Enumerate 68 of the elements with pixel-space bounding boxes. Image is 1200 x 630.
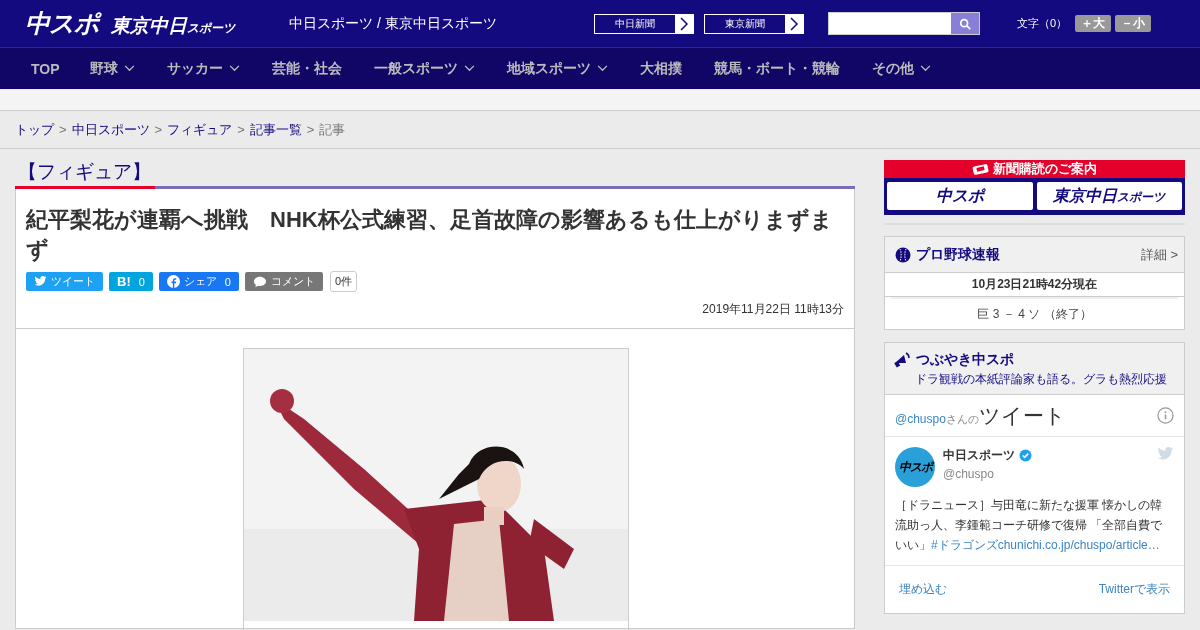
share-button[interactable]: コメント bbox=[244, 272, 323, 291]
widget-title: プロ野球速報 bbox=[916, 245, 1000, 264]
breadcrumb-link[interactable]: 記事一覧 bbox=[249, 120, 302, 139]
chevron-down-icon bbox=[463, 65, 475, 72]
breadcrumb-link[interactable]: 中日スポーツ bbox=[71, 120, 150, 139]
banner-title: 新聞購読のご案内 bbox=[993, 160, 1097, 178]
breadcrumb-link[interactable]: トップ bbox=[15, 120, 54, 139]
current-page-label: 記事 bbox=[319, 120, 346, 139]
details-link[interactable]: 詳細 > bbox=[1140, 245, 1178, 264]
nav-item[interactable]: 競馬・ボート・競輪 bbox=[713, 59, 840, 78]
chevron-down-icon bbox=[228, 65, 240, 72]
newspaper-logo[interactable]: 東京中日スポーツ bbox=[1036, 182, 1182, 210]
bird-icon bbox=[1157, 447, 1174, 461]
account-name[interactable]: 中日スポーツ bbox=[943, 447, 1015, 464]
breadcrumb-link[interactable]: フィギュア bbox=[167, 120, 233, 139]
bird-icon bbox=[34, 276, 47, 287]
url-link[interactable]: chunichi.co.jp/chuspo/article… bbox=[997, 538, 1160, 552]
speech-bubble-icon bbox=[252, 275, 267, 288]
game-score[interactable]: 巨 3 － 4 ソ （終了） bbox=[891, 297, 1178, 329]
nav-item[interactable]: 野球 bbox=[89, 59, 135, 78]
widget-title: つぶやき中スポ bbox=[916, 351, 1014, 369]
newspaper-link[interactable]: 東京新聞 bbox=[704, 13, 804, 34]
subscription-banner[interactable]: 新聞購読のご案内 中スポ 東京中日スポーツ bbox=[884, 160, 1185, 215]
widget-subtitle: ドラ観戦の本紙評論家も語る。グラも熱烈応援 bbox=[914, 371, 1168, 388]
baseball-icon bbox=[895, 246, 911, 263]
nav-item[interactable]: 一般スポーツ bbox=[373, 59, 475, 78]
breadcrumb-separator: > bbox=[59, 122, 67, 137]
search-icon bbox=[959, 17, 971, 30]
heading-prefix: さんの bbox=[945, 412, 979, 425]
category-heading: 【フィギュア】 bbox=[17, 160, 152, 184]
nav-item[interactable]: 大相撲 bbox=[639, 59, 682, 78]
chevron-down-icon bbox=[123, 65, 135, 72]
update-time: 10月23日21時42分現在 bbox=[885, 273, 1184, 297]
search-field[interactable] bbox=[828, 12, 980, 35]
embed-link[interactable]: 埋め込む bbox=[899, 581, 947, 598]
ticket-icon bbox=[972, 163, 989, 175]
chevron-down-icon bbox=[596, 65, 608, 72]
nav-item[interactable]: サッカー bbox=[166, 59, 240, 78]
article-title: 紀平梨花が連覇へ挑戦 NHK杯公式練習、足首故障の影響あるも仕上がりまずまず bbox=[26, 206, 834, 264]
breadcrumb-separator: > bbox=[306, 122, 315, 137]
site-logo[interactable]: 中スポ 東京中日スポーツ bbox=[25, 7, 281, 40]
chevron-down-icon bbox=[919, 65, 931, 72]
breadcrumb-separator: > bbox=[154, 122, 163, 137]
site-title: 中日スポーツ / 東京中日スポーツ bbox=[289, 14, 498, 33]
nav-item[interactable]: 芸能・社会 bbox=[271, 59, 342, 78]
tweet-text: ［ドラニュース］与田竜に新たな援軍 懐かしの韓流助っ人、李鍾範コーチ研修で復帰 「全部自費でいい」#ドラゴンズchunichi.co.jp/chuspo/article… bbox=[895, 497, 1164, 554]
facebook-icon bbox=[166, 275, 180, 288]
tweets-heading: ツイート bbox=[978, 403, 1066, 427]
share-button[interactable]: シェア 0 bbox=[158, 272, 239, 291]
view-on-twitter-link[interactable]: Twitterで表示 bbox=[1098, 581, 1170, 598]
nav-item[interactable]: 地域スポーツ bbox=[506, 59, 608, 78]
hashtag-link[interactable]: #ドラゴンズ bbox=[931, 538, 998, 552]
nav-item[interactable]: TOP bbox=[31, 60, 60, 77]
megaphone-icon bbox=[893, 351, 911, 369]
nav-item[interactable]: その他 bbox=[871, 59, 931, 78]
comment-count: 0件 bbox=[329, 271, 358, 292]
search-button[interactable] bbox=[951, 13, 979, 34]
avatar-logo[interactable]: 中スポ bbox=[895, 447, 935, 487]
newspaper-logo[interactable]: 中スポ bbox=[887, 182, 1033, 210]
chevron-icon bbox=[679, 16, 689, 31]
newspaper-link[interactable]: 中日新聞 bbox=[594, 13, 694, 34]
info-icon[interactable] bbox=[1157, 407, 1174, 424]
breadcrumb-separator: > bbox=[237, 122, 245, 137]
account-handle[interactable]: @chuspo bbox=[943, 467, 1149, 481]
font-size-label: 文字（0） bbox=[1017, 16, 1068, 31]
article-date: 2019年11月22日 11時13分 bbox=[701, 301, 844, 318]
chevron-icon bbox=[789, 16, 799, 31]
account-link[interactable]: @chuspo bbox=[895, 411, 946, 426]
